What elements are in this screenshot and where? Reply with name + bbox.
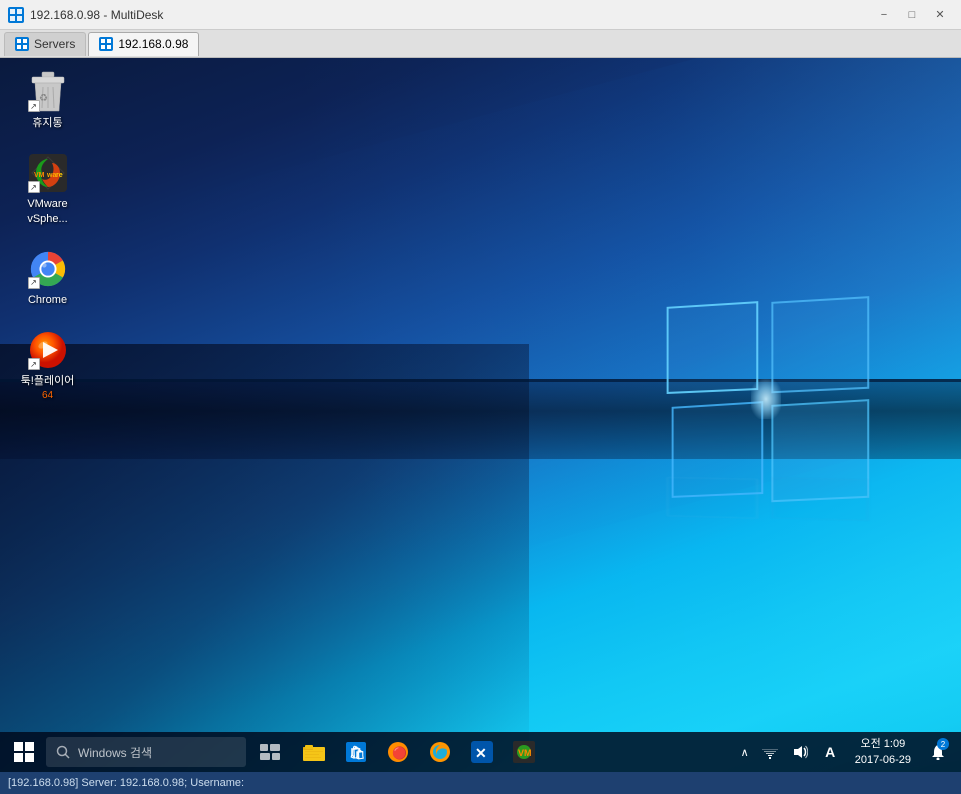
window-title: 192.168.0.98 - MultiDesk: [30, 8, 163, 22]
taskbar-pin-store[interactable]: 🛍: [336, 732, 376, 772]
svg-text:VM: VM: [518, 748, 532, 758]
notification-button[interactable]: 2: [923, 732, 953, 772]
svg-text:re: re: [56, 172, 63, 179]
windows-logo-reflection: [656, 468, 876, 522]
vmware-label: VMware vSphe...: [14, 197, 81, 226]
taskbar: Windows 검색: [0, 732, 961, 772]
tray-icon-network[interactable]: [757, 732, 783, 772]
recycle-bin-label: 휴지통: [32, 116, 62, 130]
search-icon: [56, 745, 70, 759]
tray-icon-volume[interactable]: [787, 732, 813, 772]
desktop-icon-chrome[interactable]: Chrome: [10, 245, 85, 311]
tab-remote-icon: [99, 37, 113, 51]
svg-text:🔴: 🔴: [392, 746, 407, 760]
maximize-button[interactable]: □: [899, 5, 925, 25]
tray-icon-language[interactable]: A: [817, 732, 843, 772]
taskbar-pin-app2[interactable]: ✕: [462, 732, 502, 772]
tab-servers-label: Servers: [34, 37, 75, 51]
remote-desktop[interactable]: ♻ 휴지통 VM wa re: [0, 58, 961, 772]
search-bar[interactable]: Windows 검색: [46, 737, 246, 767]
svg-text:♻: ♻: [39, 93, 48, 104]
player-icon: [28, 330, 68, 370]
app-icon: [8, 7, 24, 23]
start-button[interactable]: [4, 732, 44, 772]
shortcut-arrow-chrome: [28, 277, 40, 289]
svg-text:✕: ✕: [475, 745, 487, 761]
chrome-label: Chrome: [28, 293, 67, 307]
tab-servers[interactable]: Servers: [4, 32, 86, 56]
minimize-button[interactable]: −: [871, 5, 897, 25]
vmware-icon: VM wa re: [28, 153, 68, 193]
svg-text:wa: wa: [46, 172, 56, 179]
taskbar-pin-firefox[interactable]: [420, 732, 460, 772]
taskbar-pinned-icons: 🛍 🔴 ✕: [294, 732, 544, 772]
status-bar: [192.168.0.98] Server: 192.168.0.98; Use…: [0, 772, 961, 794]
notification-badge: 2: [937, 738, 949, 750]
tab-remote[interactable]: 192.168.0.98: [88, 32, 199, 56]
tray-expand-button[interactable]: ∧: [737, 746, 753, 759]
system-tray: ∧ A: [737, 732, 957, 772]
taskbar-pin-app1[interactable]: 🔴: [378, 732, 418, 772]
tab-servers-icon: [15, 37, 29, 51]
desktop-icon-vmware[interactable]: VM wa re VMware vSphe...: [10, 149, 85, 230]
tab-remote-label: 192.168.0.98: [118, 37, 188, 51]
desktop-icon-player[interactable]: 툭!플레이어64: [10, 326, 85, 407]
tab-bar: Servers 192.168.0.98: [0, 30, 961, 58]
shortcut-arrow-player: [28, 358, 40, 370]
taskbar-pin-explorer[interactable]: [294, 732, 334, 772]
player-label: 툭!플레이어64: [21, 374, 75, 403]
shortcut-arrow-recycle: [28, 100, 40, 112]
recycle-bin-icon: ♻: [28, 72, 68, 112]
chrome-icon: [28, 249, 68, 289]
start-icon: [14, 742, 34, 762]
taskbar-pin-vmware-taskbar[interactable]: VM: [504, 732, 544, 772]
task-view-icon: [260, 744, 280, 760]
status-text: [192.168.0.98] Server: 192.168.0.98; Use…: [8, 777, 244, 789]
shortcut-arrow-vmware: [28, 181, 40, 193]
svg-text:VM: VM: [34, 172, 45, 179]
svg-text:🛍: 🛍: [349, 745, 366, 760]
close-button[interactable]: ✕: [927, 5, 953, 25]
desktop-icons: ♻ 휴지통 VM wa re: [10, 68, 85, 407]
title-bar: 192.168.0.98 - MultiDesk − □ ✕: [0, 0, 961, 30]
title-bar-controls: − □ ✕: [871, 5, 953, 25]
system-clock[interactable]: 오전 1:09 2017-06-29: [847, 732, 919, 772]
search-bar-label: Windows 검색: [78, 744, 152, 761]
task-view-button[interactable]: [252, 732, 288, 772]
clock-date: 2017-06-29: [855, 752, 911, 769]
clock-time: 오전 1:09: [861, 736, 906, 753]
title-bar-left: 192.168.0.98 - MultiDesk: [8, 7, 163, 23]
desktop-icon-recycle[interactable]: ♻ 휴지통: [10, 68, 85, 134]
